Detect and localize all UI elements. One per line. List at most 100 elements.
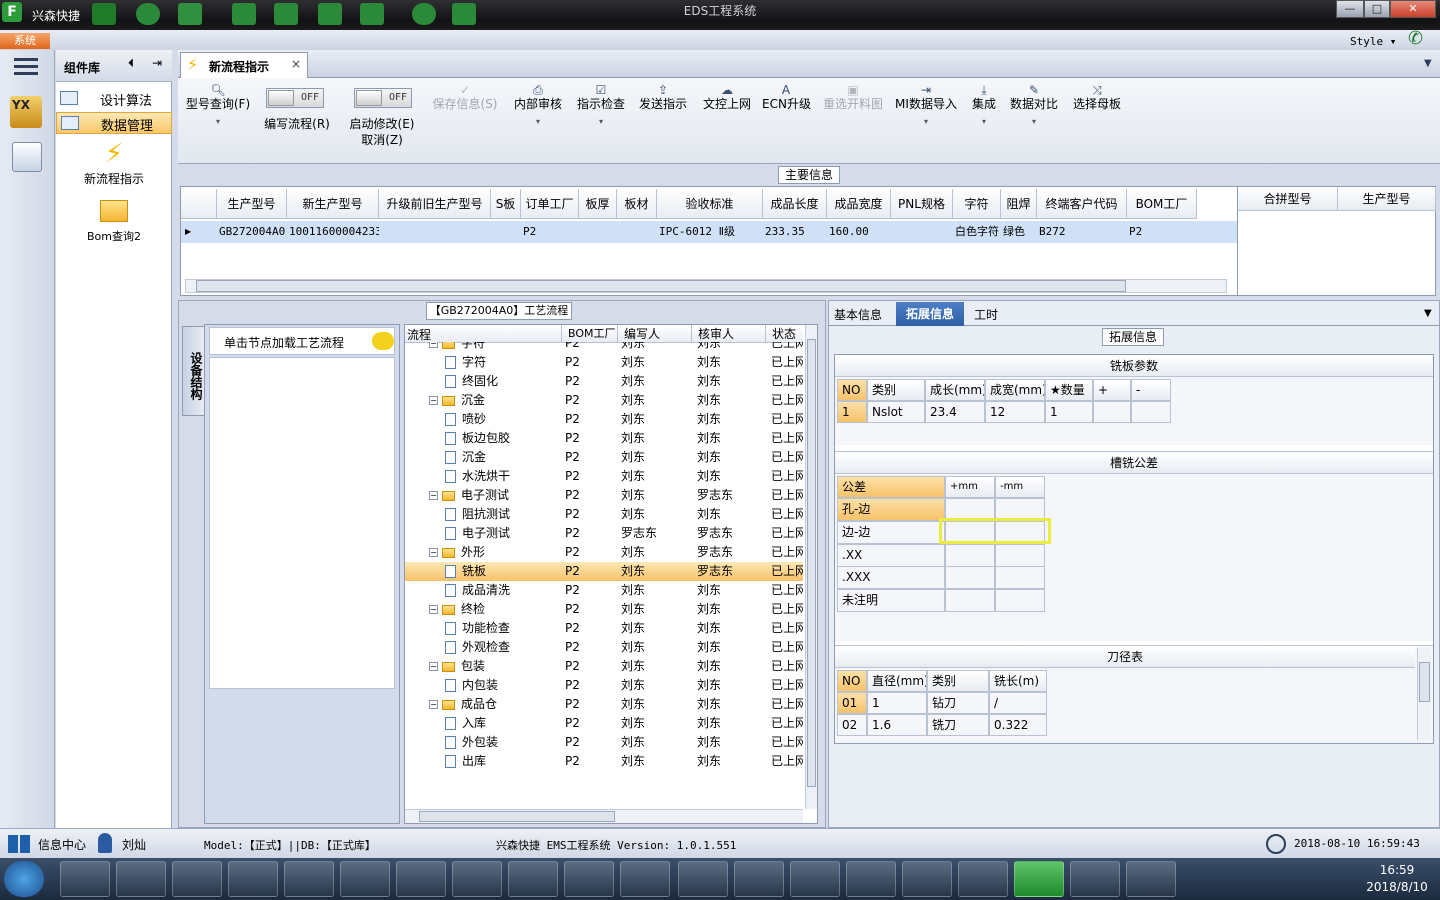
library-item-design-algorithm[interactable]: 设计算法 (56, 88, 172, 110)
scrollbar-thumb[interactable] (807, 339, 816, 787)
taskbar-excel-window-icon[interactable] (678, 861, 728, 897)
taskbar-eds-icon[interactable] (1014, 861, 1064, 897)
taskbar-excel-icon[interactable] (452, 861, 502, 897)
table-cell[interactable]: 233.35 (765, 221, 827, 243)
tree-row[interactable]: 外观检查 P2 刘东 刘东 已上网 (405, 638, 803, 657)
taskbar-app-icon[interactable] (1070, 861, 1120, 897)
tree-row[interactable]: − 外形 P2 刘东 罗志东 已上网 (405, 543, 803, 562)
collapse-icon[interactable]: − (429, 342, 438, 348)
scrollbar-thumb[interactable] (1419, 662, 1430, 702)
save-info-button[interactable]: ✓ 保存信息(S) (430, 82, 500, 112)
mi-data-import-button[interactable]: ⇥ MI数据导入 ▾ (894, 82, 958, 130)
style-dropdown[interactable]: Style ▾ (1350, 35, 1396, 48)
table-cell[interactable]: P2 (1129, 221, 1197, 243)
collapse-icon[interactable]: − (429, 548, 438, 557)
start-edit-toggle[interactable]: OFF (354, 88, 412, 108)
table-cell[interactable]: 铣刀 (927, 714, 989, 736)
table-cell[interactable]: 1 (1045, 401, 1093, 423)
table-cell[interactable]: B272 (1039, 221, 1127, 243)
system-tray[interactable] (1190, 868, 1350, 892)
tree-row[interactable]: 功能检查 P2 刘东 刘东 已上网 (405, 619, 803, 638)
model-query-button[interactable]: 🔍︎ 型号查询(F) ▾ (184, 82, 252, 130)
tile-new-flow[interactable]: ⚡ 新流程指示 (56, 138, 172, 188)
taskbar-browser-icon[interactable] (228, 861, 278, 897)
phone-icon[interactable]: ✆ (1408, 28, 1430, 49)
collapse-left-icon[interactable]: ⏴ (128, 56, 134, 71)
horizontal-scrollbar[interactable] (405, 809, 803, 823)
taskbar-excel-window-icon[interactable] (958, 861, 1008, 897)
table-cell[interactable]: 1 (867, 692, 927, 714)
tree-row[interactable]: 阻抗测试 P2 刘东 刘东 已上网 (405, 505, 803, 524)
table-cell[interactable] (945, 566, 995, 590)
device-tree[interactable] (209, 357, 395, 689)
info-center-link[interactable]: 信息中心 (38, 836, 86, 853)
table-cell[interactable]: IPC-6012 Ⅱ级 (659, 221, 763, 243)
tree-row[interactable]: 板边包胶 P2 刘东 刘东 已上网 (405, 429, 803, 448)
table-cell[interactable] (381, 221, 491, 243)
taskbar-excel-icon[interactable] (396, 861, 446, 897)
table-cell[interactable]: 12 (985, 401, 1045, 423)
taskbar-excel-window-icon[interactable] (734, 861, 784, 897)
table-cell[interactable]: 10011600004233 (289, 221, 379, 243)
table-cell[interactable]: 160.00 (829, 221, 891, 243)
table-cell[interactable]: 0.322 (989, 714, 1047, 736)
tree-row[interactable]: 内包装 P2 刘东 刘东 已上网 (405, 676, 803, 695)
collapse-icon[interactable]: − (429, 662, 438, 671)
tree-row[interactable]: 入库 P2 刘东 刘东 已上网 (405, 714, 803, 733)
close-button[interactable]: ✕ (1390, 0, 1436, 18)
tree-row[interactable]: − 包装 P2 刘东 刘东 已上网 (405, 657, 803, 676)
maximize-button[interactable]: □ (1364, 0, 1390, 18)
table-cell[interactable] (945, 543, 995, 567)
table-cell[interactable]: 钻刀 (927, 692, 989, 714)
send-instruction-button[interactable]: ⇪ 发送指示 (636, 82, 690, 112)
write-flow-toggle[interactable]: OFF (266, 88, 324, 108)
table-cell[interactable]: 白色字符 (955, 221, 1001, 243)
focused-cell-highlight[interactable] (939, 518, 1051, 544)
taskbar-app-icon[interactable] (172, 861, 222, 897)
tab-close-icon[interactable]: × (291, 57, 301, 71)
tab-extended-info[interactable]: 拓展信息 (896, 302, 964, 326)
table-cell[interactable]: GB272004A0 (219, 221, 287, 243)
taskbar-app-icon[interactable] (620, 861, 670, 897)
tree-row[interactable]: − 终检 P2 刘东 刘东 已上网 (405, 600, 803, 619)
tree-row[interactable]: 电子测试 P2 罗志东 罗志东 已上网 (405, 524, 803, 543)
collapse-icon[interactable]: − (429, 491, 438, 500)
tab-work-hours[interactable]: 工时 (974, 306, 998, 323)
chevron-down-icon[interactable]: ▼ (1424, 308, 1432, 319)
table-cell[interactable] (995, 543, 1045, 567)
table-row[interactable]: ▶ GB272004A0 10011600004233 P2 IPC-6012 Ⅱ级 2… (181, 221, 1237, 243)
scrollbar-thumb[interactable] (196, 280, 1126, 292)
collapse-icon[interactable]: − (429, 396, 438, 405)
system-menu-tab[interactable]: 系统 (0, 33, 50, 49)
taskbar-save-icon[interactable] (284, 861, 334, 897)
tree-row[interactable]: 出库 P2 刘东 刘东 已上网 (405, 752, 803, 771)
table-cell[interactable] (995, 589, 1045, 613)
tree-row[interactable]: 沉金 P2 刘东 刘东 已上网 (405, 448, 803, 467)
table-cell[interactable] (1093, 401, 1131, 423)
table-cell[interactable]: 02 (837, 714, 867, 736)
tree-row[interactable]: − 沉金 P2 刘东 刘东 已上网 (405, 391, 803, 410)
reselect-cut-chart-button[interactable]: ▣ 重选开料图 (820, 82, 886, 112)
collapse-icon[interactable]: − (429, 700, 438, 709)
table-cell[interactable]: 23.4 (925, 401, 985, 423)
table-cell[interactable]: 1 (837, 401, 867, 423)
taskbar-excel-icon[interactable] (508, 861, 558, 897)
vtab-device-structure[interactable]: 设备结构 (182, 326, 206, 416)
hint-box[interactable]: 单击节点加载工艺流程 (209, 327, 395, 355)
taskbar-clock[interactable]: 16:59 2018/8/10 (1358, 862, 1436, 896)
table-cell[interactable] (619, 221, 657, 243)
tree-row[interactable]: 水洗烘干 P2 刘东 刘东 已上网 (405, 467, 803, 486)
collapse-icon[interactable]: − (429, 605, 438, 614)
data-compare-button[interactable]: ✎ 数据对比 ▾ (1008, 82, 1060, 130)
tree-row[interactable]: 字符 P2 刘东 刘东 已上网 (405, 353, 803, 372)
doc-online-button[interactable]: ☁ 文控上网 (700, 82, 754, 112)
table-cell[interactable]: Nslot (867, 401, 925, 423)
table-cell[interactable] (1131, 401, 1171, 423)
table-cell[interactable] (581, 221, 617, 243)
scrollbar-thumb[interactable] (419, 811, 615, 822)
tree-row[interactable]: 成品清洗 P2 刘东 刘东 已上网 (405, 581, 803, 600)
table-cell[interactable]: 01 (837, 692, 867, 714)
instruction-check-button[interactable]: ☑ 指示检查 ▾ (574, 82, 628, 130)
tab-new-flow[interactable]: ⚡ 新流程指示 × (180, 52, 308, 79)
horizontal-scrollbar[interactable] (185, 279, 1227, 293)
